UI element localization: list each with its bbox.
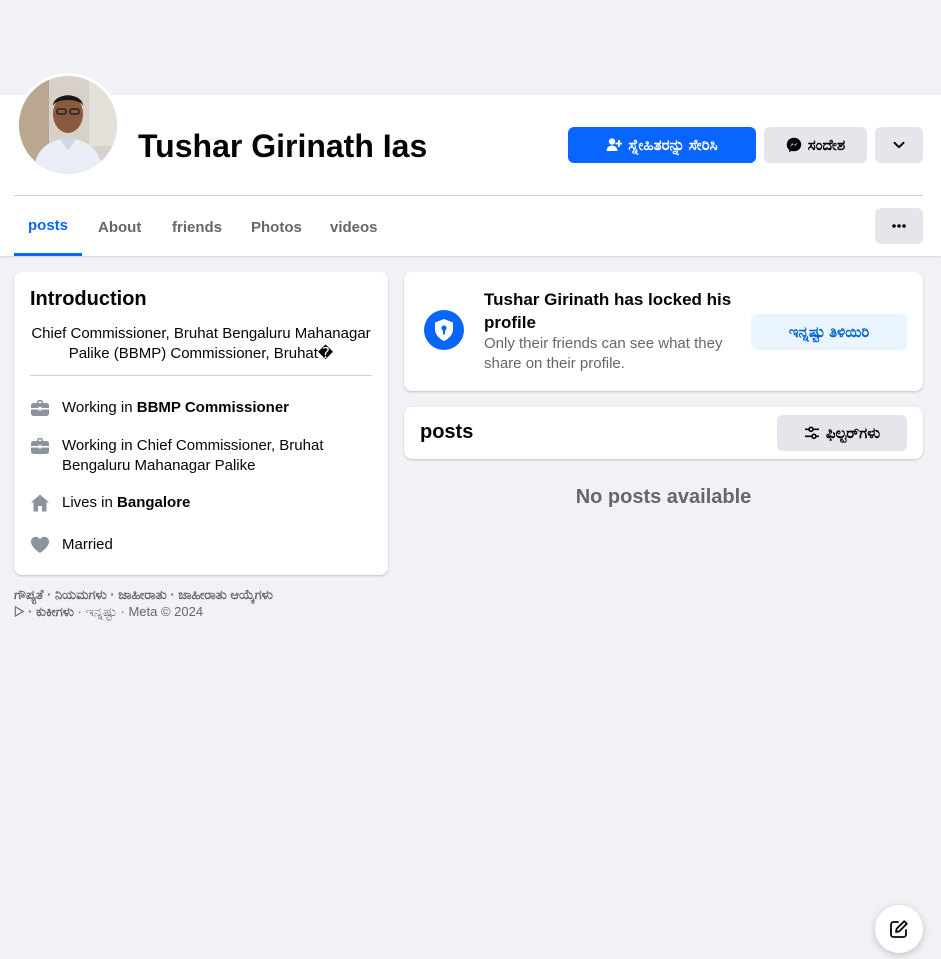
locked-profile-subtitle: Only their friends can see what they sha… (484, 335, 723, 372)
briefcase-icon (30, 436, 50, 456)
more-options-dropdown-button[interactable] (875, 127, 923, 163)
profile-avatar[interactable] (16, 73, 120, 177)
intro-bio: Chief Commissioner, Bruhat Bengaluru Mah… (31, 325, 371, 362)
ellipsis-icon (892, 224, 906, 228)
footer-links-line-1[interactable]: ಗೌಪ್ಯತೆ · ನಿಯಮಗಳು · ಜಾಹೀರಾತು · ಜಾಹೀರಾತು … (14, 586, 394, 603)
add-friend-label: ಸ್ನೇಹಿತರನ್ನು ಸೇರಿಸಿ (628, 136, 718, 154)
profile-name: Tushar Girinath Ias (138, 128, 428, 164)
filters-label: ಫಿಲ್ಟರ್‌ಗಳು (825, 424, 881, 442)
locked-profile-card: Tushar Girinath has locked his profile O… (404, 272, 923, 391)
intro-item-work: Working in BBMP Commissioner (30, 398, 370, 418)
tab-videos[interactable]: videos (314, 198, 394, 256)
tab-photos-label: Photos (251, 218, 302, 236)
tab-photos[interactable]: Photos (235, 198, 318, 256)
new-message-button[interactable] (875, 905, 923, 953)
add-friend-icon (606, 138, 623, 151)
message-button[interactable]: ಸಂದೇಶ (764, 127, 867, 163)
learn-more-label: ಇನ್ನಷ್ಟು ತಿಳಿಯಿರಿ (788, 323, 870, 341)
chevron-down-icon (893, 141, 905, 149)
intro-item-relationship-text: Married (62, 536, 113, 553)
intro-title: Introduction (30, 288, 147, 310)
intro-item-lives: Lives in Bangalore (30, 493, 370, 513)
home-icon (30, 493, 50, 513)
learn-more-button[interactable]: ಇನ್ನಷ್ಟು ತಿಳಿಯಿರಿ (751, 314, 907, 350)
footer-meta-copyright: · ಇನ್ನಷ್ಟು · Meta © 2024 (74, 604, 204, 619)
no-posts-message: No posts available (575, 486, 752, 508)
intro-item-work-2-text: Working in Chief Commissioner, Bruhat Be… (62, 437, 324, 474)
tabs-more-button[interactable] (875, 208, 923, 244)
intro-item-relationship: Married (30, 535, 370, 555)
tab-about-label: About (98, 218, 142, 236)
heart-icon (30, 535, 50, 555)
locked-profile-title: Tushar Girinath has locked his profile (484, 290, 732, 332)
intro-item-work-text: Working in BBMP Commissioner (62, 399, 290, 416)
briefcase-icon (30, 398, 50, 418)
footer-link-cookies[interactable]: ▷ · ಕುಕೀಗಳು (14, 604, 74, 619)
intro-item-lives-text: Lives in Bangalore (62, 494, 191, 511)
footer-links-line-2: ▷ · ಕುಕೀಗಳು · ಇನ್ನಷ್ಟು · Meta © 2024 (14, 603, 394, 620)
tab-posts[interactable]: posts (14, 198, 82, 256)
message-label: ಸಂದೇಶ (807, 136, 846, 154)
add-friend-button[interactable]: ಸ್ನೇಹಿತರನ್ನು ಸೇರಿಸಿ (568, 127, 756, 163)
tab-friends[interactable]: friends (156, 198, 238, 256)
intro-divider (30, 375, 372, 376)
tab-posts-label: posts (28, 217, 69, 234)
profile-photo (19, 76, 117, 174)
tab-friends-label: friends (172, 218, 223, 236)
tab-videos-label: videos (330, 218, 378, 236)
filters-button[interactable]: ಫಿಲ್ಟರ್‌ಗಳು (777, 415, 907, 451)
shield-lock-icon (424, 310, 464, 350)
footer-links: ಗೌಪ್ಯತೆ · ನಿಯಮಗಳು · ಜಾಹೀರಾತು · ಜಾಹೀರಾತು … (14, 586, 394, 620)
header-divider (14, 195, 923, 196)
posts-title: posts (420, 421, 474, 443)
intro-card: Introduction Chief Commissioner, Bruhat … (14, 272, 388, 575)
tab-about[interactable]: About (82, 198, 157, 256)
messenger-icon (786, 137, 801, 153)
filter-sliders-icon (804, 426, 819, 440)
posts-header-card: posts ಫಿಲ್ಟರ್‌ಗಳು (404, 407, 923, 459)
compose-icon (890, 920, 908, 938)
intro-item-work-2: Working in Chief Commissioner, Bruhat Be… (30, 436, 370, 476)
